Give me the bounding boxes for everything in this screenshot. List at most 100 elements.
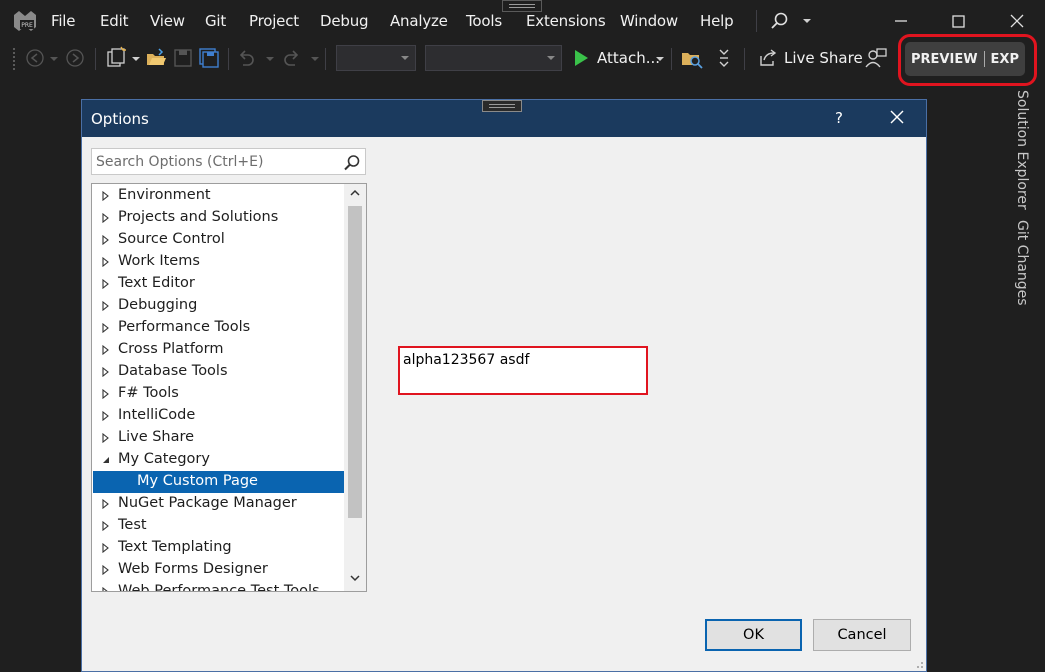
- live-share-icon[interactable]: [757, 46, 779, 70]
- collapsed-triangle-icon[interactable]: [101, 587, 111, 592]
- collapsed-triangle-icon[interactable]: [101, 279, 111, 289]
- tree-item[interactable]: Database Tools: [93, 361, 344, 383]
- toolbar-separator: [671, 48, 672, 70]
- tree-item[interactable]: F# Tools: [93, 383, 344, 405]
- help-button[interactable]: ?: [835, 109, 843, 127]
- resize-grip-icon[interactable]: [914, 659, 924, 669]
- search-icon[interactable]: [343, 154, 361, 172]
- redo-dropdown-chevron-icon[interactable]: [311, 57, 319, 61]
- menu-view[interactable]: View: [150, 12, 185, 30]
- find-in-files-folder-icon[interactable]: [680, 46, 704, 70]
- dialog-drag-grip[interactable]: [482, 100, 522, 112]
- options-search-input[interactable]: [96, 152, 336, 172]
- tree-vertical-scrollbar[interactable]: [344, 184, 366, 591]
- minimize-icon[interactable]: [890, 10, 912, 32]
- collapsed-triangle-icon[interactable]: [101, 565, 111, 575]
- menu-tools[interactable]: Tools: [466, 12, 502, 30]
- save-all-icon[interactable]: [198, 46, 220, 70]
- collapsed-triangle-icon[interactable]: [101, 213, 111, 223]
- git-changes-tab[interactable]: Git Changes: [1014, 220, 1030, 306]
- live-share-button[interactable]: Live Share: [784, 49, 863, 67]
- toolbar-overflow-icon[interactable]: [716, 46, 732, 70]
- menu-bar: PRE File Edit View Git Project Debug Ana…: [0, 0, 1045, 42]
- attach-button[interactable]: Attach...: [597, 49, 660, 67]
- collapsed-triangle-icon[interactable]: [101, 367, 111, 377]
- red-highlight-annotation: [898, 34, 1037, 86]
- expanded-triangle-icon[interactable]: [101, 455, 111, 465]
- undo-dropdown-chevron-icon[interactable]: [266, 57, 274, 61]
- tree-item[interactable]: Web Performance Test Tools: [93, 581, 344, 592]
- tree-item[interactable]: Performance Tools: [93, 317, 344, 339]
- tree-item[interactable]: IntelliCode: [93, 405, 344, 427]
- tree-item[interactable]: Projects and Solutions: [93, 207, 344, 229]
- tree-item[interactable]: Work Items: [93, 251, 344, 273]
- close-window-icon[interactable]: [1006, 10, 1028, 32]
- tree-item[interactable]: Web Forms Designer: [93, 559, 344, 581]
- menu-edit[interactable]: Edit: [100, 12, 128, 30]
- menu-extensions[interactable]: Extensions: [526, 12, 606, 30]
- new-project-icon[interactable]: [104, 46, 128, 70]
- new-dropdown-chevron-icon[interactable]: [132, 57, 140, 61]
- collapsed-triangle-icon[interactable]: [101, 499, 111, 509]
- tree-item[interactable]: My Category: [93, 449, 344, 471]
- tree-item[interactable]: Source Control: [93, 229, 344, 251]
- tree-item[interactable]: Text Editor: [93, 273, 344, 295]
- tree-item[interactable]: Text Templating: [93, 537, 344, 559]
- navigate-forward-icon[interactable]: [64, 46, 86, 70]
- menu-debug[interactable]: Debug: [320, 12, 369, 30]
- cancel-button[interactable]: Cancel: [813, 619, 911, 651]
- start-play-icon[interactable]: [572, 46, 590, 70]
- scroll-down-chevron-icon[interactable]: [350, 574, 360, 582]
- tree-item[interactable]: Debugging: [93, 295, 344, 317]
- save-icon[interactable]: [172, 46, 194, 70]
- tree-item[interactable]: NuGet Package Manager: [93, 493, 344, 515]
- attach-dropdown-chevron-icon[interactable]: [656, 57, 664, 61]
- collapsed-triangle-icon[interactable]: [101, 543, 111, 553]
- collapsed-triangle-icon[interactable]: [101, 433, 111, 443]
- custom-page-value-input[interactable]: [403, 350, 643, 370]
- collapsed-triangle-icon[interactable]: [101, 301, 111, 311]
- collapsed-triangle-icon[interactable]: [101, 411, 111, 421]
- tree-item[interactable]: Environment: [93, 185, 344, 207]
- navigate-back-icon[interactable]: [24, 46, 46, 70]
- tree-item[interactable]: Cross Platform: [93, 339, 344, 361]
- ok-button[interactable]: OK: [705, 619, 802, 651]
- collapsed-triangle-icon[interactable]: [101, 235, 111, 245]
- tree-item[interactable]: My Custom Page: [93, 471, 344, 493]
- redo-icon[interactable]: [280, 46, 302, 70]
- feedback-person-icon[interactable]: [864, 46, 888, 70]
- back-dropdown-chevron-icon[interactable]: [50, 57, 58, 61]
- collapsed-triangle-icon[interactable]: [101, 521, 111, 531]
- tree-item-label: Test: [118, 517, 147, 533]
- collapsed-triangle-icon[interactable]: [101, 323, 111, 333]
- search-dropdown-chevron-icon[interactable]: [803, 19, 811, 23]
- tree-item[interactable]: Live Share: [93, 427, 344, 449]
- solution-explorer-tab[interactable]: Solution Explorer: [1014, 90, 1030, 210]
- menu-help[interactable]: Help: [700, 12, 734, 30]
- scroll-up-chevron-icon[interactable]: [350, 189, 360, 197]
- collapsed-triangle-icon[interactable]: [101, 191, 111, 201]
- collapsed-triangle-icon[interactable]: [101, 345, 111, 355]
- menu-project[interactable]: Project: [249, 12, 299, 30]
- tree-item-label: Performance Tools: [118, 319, 251, 335]
- visual-studio-preview-logo-icon[interactable]: PRE: [12, 8, 38, 34]
- search-icon[interactable]: [770, 11, 790, 31]
- maximize-icon[interactable]: [947, 10, 969, 32]
- drag-grip-top[interactable]: [502, 0, 542, 12]
- menu-file[interactable]: File: [51, 12, 76, 30]
- solution-configuration-dropdown[interactable]: [336, 45, 416, 71]
- menu-analyze[interactable]: Analyze: [390, 12, 448, 30]
- open-folder-icon[interactable]: [144, 46, 168, 70]
- undo-icon[interactable]: [236, 46, 258, 70]
- close-dialog-icon[interactable]: [887, 107, 907, 127]
- toolbar-separator: [744, 48, 745, 70]
- tree-item[interactable]: Test: [93, 515, 344, 537]
- collapsed-triangle-icon[interactable]: [101, 257, 111, 267]
- solution-platform-dropdown[interactable]: [425, 45, 562, 71]
- collapsed-triangle-icon[interactable]: [101, 389, 111, 399]
- menu-window[interactable]: Window: [620, 12, 678, 30]
- scrollbar-thumb[interactable]: [348, 206, 362, 518]
- toolbar-grip[interactable]: [13, 48, 17, 70]
- menu-git[interactable]: Git: [205, 12, 226, 30]
- options-category-tree[interactable]: Environment Projects and Solutions Source …: [91, 183, 367, 592]
